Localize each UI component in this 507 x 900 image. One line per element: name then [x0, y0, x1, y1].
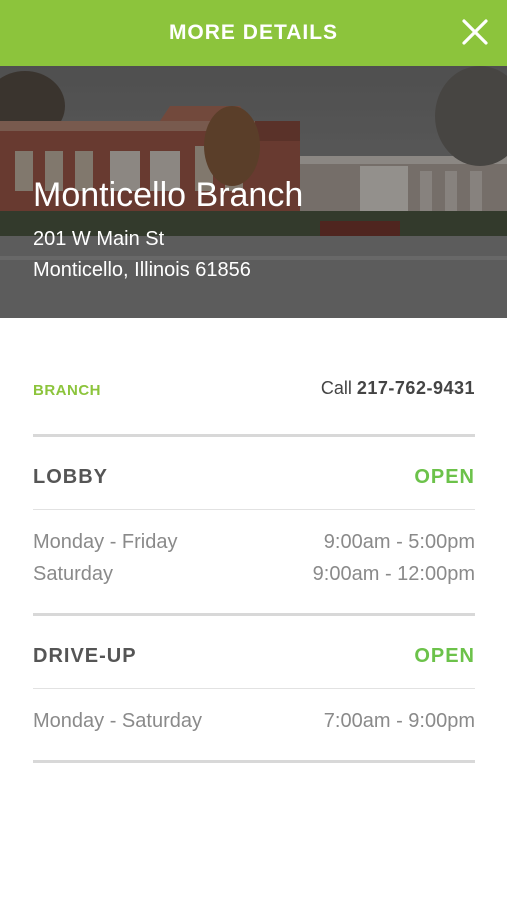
lobby-hours-time: 9:00am - 12:00pm	[312, 563, 475, 585]
divider	[33, 760, 475, 763]
call-link[interactable]: Call 217-762-9431	[321, 378, 475, 399]
lobby-hours-time: 9:00am - 5:00pm	[323, 531, 475, 553]
details-page: MORE DETAILS Monticello Branch 201 W Mai…	[0, 0, 507, 900]
address-line-1: 201 W Main St	[33, 228, 165, 250]
close-icon	[462, 19, 488, 45]
driveup-title: DRIVE-UP	[33, 645, 137, 667]
lobby-hours-days: Monday - Friday	[33, 531, 178, 553]
call-prefix: Call	[320, 378, 352, 398]
branch-type-label: BRANCH	[33, 382, 101, 399]
header-title: MORE DETAILS	[168, 21, 339, 44]
divider	[33, 509, 475, 510]
lobby-status-badge: OPEN	[414, 466, 475, 488]
lobby-hours-days: Saturday	[33, 563, 114, 585]
branch-name: Monticello Branch	[33, 176, 304, 214]
divider	[33, 434, 475, 437]
header-bar: MORE DETAILS	[0, 0, 507, 66]
close-button[interactable]	[461, 18, 489, 46]
driveup-status-badge: OPEN	[414, 645, 475, 667]
divider	[33, 613, 475, 616]
divider	[33, 688, 475, 689]
driveup-hours-days: Monday - Saturday	[33, 710, 202, 732]
branch-photo: Monticello Branch 201 W Main St Monticel…	[0, 66, 507, 318]
driveup-hours-time: 7:00am - 9:00pm	[323, 710, 475, 732]
phone-number: 217-762-9431	[356, 378, 475, 398]
address-line-2: Monticello, Illinois 61856	[33, 259, 251, 281]
lobby-title: LOBBY	[33, 466, 108, 488]
